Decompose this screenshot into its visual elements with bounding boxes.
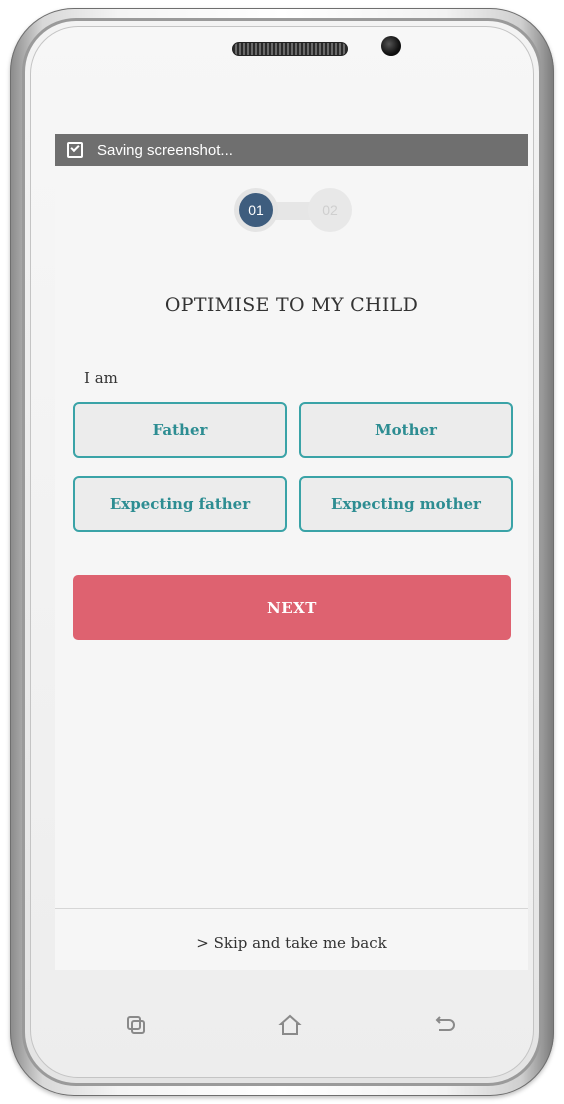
- status-bar: Saving screenshot...: [55, 134, 528, 166]
- step-1-label: 01: [239, 193, 273, 227]
- step-2: 02: [308, 188, 352, 232]
- option-mother-button[interactable]: Mother: [299, 402, 513, 458]
- option-expecting-father-button[interactable]: Expecting father: [73, 476, 287, 532]
- step-indicator: 01 02: [234, 188, 352, 234]
- role-prompt: I am: [84, 369, 118, 387]
- step-2-label: 02: [322, 202, 338, 218]
- page-title: OPTIMISE TO MY CHILD: [164, 294, 419, 316]
- screenshot-icon: [67, 142, 83, 158]
- app-screen: Saving screenshot... 01 02 OPTIMISE TO M…: [55, 134, 528, 970]
- front-camera: [381, 36, 401, 56]
- step-1: 01: [234, 188, 278, 232]
- option-father-button[interactable]: Father: [73, 402, 287, 458]
- speaker-grille: [232, 42, 348, 56]
- next-button[interactable]: NEXT: [73, 575, 511, 640]
- status-text: Saving screenshot...: [97, 141, 233, 159]
- back-icon[interactable]: [432, 1012, 458, 1038]
- recent-apps-icon[interactable]: [123, 1012, 149, 1038]
- footer-divider: [55, 908, 528, 909]
- skip-link[interactable]: > Skip and take me back: [55, 934, 528, 952]
- home-icon[interactable]: [277, 1012, 303, 1038]
- option-expecting-mother-button[interactable]: Expecting mother: [299, 476, 513, 532]
